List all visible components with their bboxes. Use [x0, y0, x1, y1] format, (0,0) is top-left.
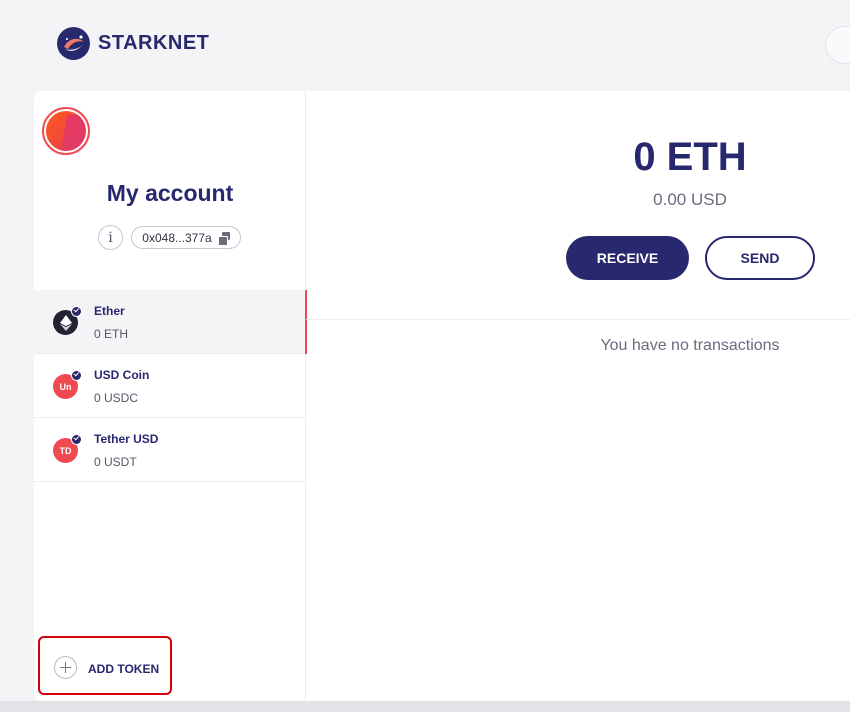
eth-balance: 0 ETH [633, 135, 747, 179]
token-list: Ether 0 ETH Un USD Coin 0 USDC TD Tether… [34, 290, 307, 482]
wallet-card: My account i 0x048...377a Ether 0 ETH Un… [34, 91, 850, 701]
send-button[interactable]: SEND [705, 236, 815, 280]
token-item-tether-usd[interactable]: TD Tether USD 0 USDT [34, 418, 306, 482]
starknet-logo[interactable]: STARKNET [57, 27, 209, 60]
account-address: 0x048...377a [142, 230, 212, 245]
account-name: My account [106, 180, 234, 206]
brand-name: STARKNET [98, 32, 210, 54]
account-sidebar: My account i 0x048...377a Ether 0 ETH Un… [34, 91, 307, 701]
add-token-button[interactable]: ADD TOKEN [38, 636, 172, 695]
token-name: Tether USD [94, 432, 159, 446]
token-item-usd-coin[interactable]: Un USD Coin 0 USDC [34, 354, 306, 418]
plus-icon [54, 656, 77, 679]
usdt-icon: TD [53, 434, 82, 463]
no-transactions-message: You have no transactions [600, 337, 780, 354]
verified-badge-icon [71, 370, 82, 381]
bottom-strip [0, 701, 850, 712]
account-avatar[interactable] [42, 107, 90, 155]
token-icon-text: Un [59, 381, 72, 392]
receive-button[interactable]: RECEIVE [566, 236, 689, 280]
avatar-image [46, 111, 86, 151]
usdc-icon: Un [53, 370, 82, 399]
token-balance: 0 USDT [94, 455, 137, 469]
divider [306, 319, 850, 320]
verified-badge-icon [71, 434, 82, 445]
copy-icon [217, 231, 230, 246]
info-icon[interactable]: i [98, 225, 123, 250]
usd-balance: 0.00 USD [653, 190, 727, 209]
token-item-ether[interactable]: Ether 0 ETH [34, 290, 307, 354]
token-name: Ether [94, 304, 125, 318]
profile-button[interactable] [825, 26, 850, 64]
account-main: 0 ETH 0.00 USD RECEIVE SEND You have no … [306, 91, 850, 701]
starknet-logo-icon [57, 27, 90, 60]
ethereum-icon [53, 306, 82, 335]
token-name: USD Coin [94, 368, 150, 382]
token-balance: 0 ETH [94, 327, 129, 341]
add-token-label: ADD TOKEN [88, 662, 160, 676]
verified-badge-icon [71, 306, 82, 317]
address-copy-button[interactable]: 0x048...377a [131, 226, 241, 249]
wallet-page: STARKNET My account i 0x048...377a Ether… [0, 0, 850, 712]
token-balance: 0 USDC [94, 391, 139, 405]
token-icon-text: TD [59, 445, 72, 456]
